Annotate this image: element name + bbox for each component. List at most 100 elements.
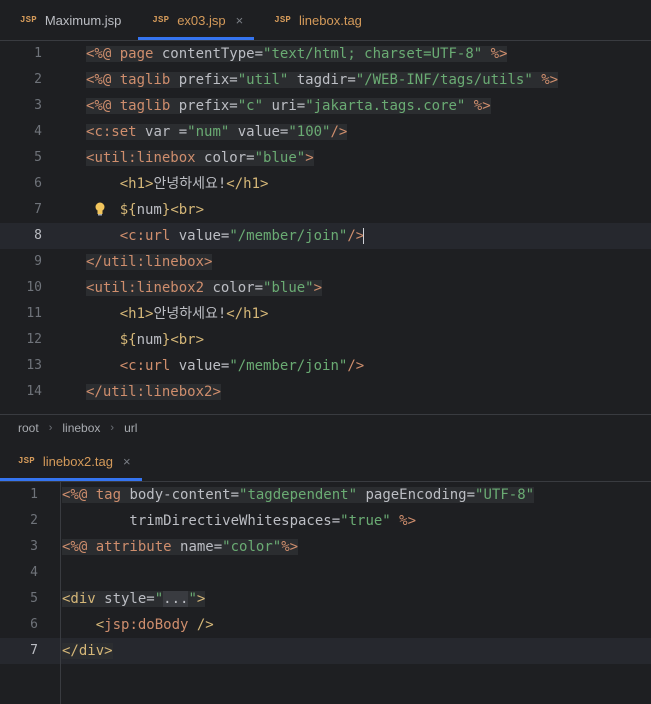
jsp-file-icon: JSP [18, 456, 35, 466]
code-token: /> [188, 617, 214, 633]
code-token: "c" [237, 98, 264, 114]
line-number[interactable]: 6 [0, 617, 38, 632]
tab-ex03-jsp[interactable]: JSP ex03.jsp × [132, 0, 255, 40]
code-line[interactable]: <h1>안녕하세요!</h1> [86, 301, 269, 327]
code-token: name= [180, 539, 223, 555]
code-token: %> [390, 513, 417, 529]
code-line[interactable]: </util:linebox2> [86, 379, 221, 405]
code-token: style= [95, 591, 155, 607]
tab-linebox2-tag[interactable]: JSP linebox2.tag × [0, 441, 142, 481]
line-number[interactable]: 13 [0, 358, 42, 373]
code-line[interactable]: </div> [62, 638, 113, 664]
chevron-right-icon: › [48, 422, 53, 434]
line-number[interactable]: 4 [0, 124, 42, 139]
tab-label: linebox.tag [299, 12, 362, 28]
line-number[interactable]: 4 [0, 565, 38, 580]
code-line[interactable]: <%@ taglib prefix="util" tagdir="/WEB-IN… [86, 67, 559, 93]
code-token: color= [204, 280, 264, 296]
code-token: "true" [340, 513, 391, 529]
chevron-right-icon: › [110, 422, 115, 434]
code-editor-bottom[interactable]: 1 <%@ tag body-content="tagdependent" pag… [0, 482, 651, 704]
code-token: num [136, 202, 162, 218]
line-number[interactable]: 11 [0, 306, 42, 321]
code-line[interactable]: <%@ attribute name="color"%> [62, 534, 299, 560]
code-line[interactable]: <%@ page contentType="text/html; charset… [86, 41, 508, 67]
jsp-file-icon: JSP [274, 15, 292, 25]
code-token: </ [86, 384, 103, 400]
code-line[interactable]: <%@ tag body-content="tagdependent" page… [62, 482, 535, 508]
code-line[interactable]: ${num}<br> [86, 327, 204, 353]
tab-maximum-jsp[interactable]: JSP Maximum.jsp [0, 0, 132, 40]
code-token: "util" [237, 72, 289, 88]
code-token: "UTF-8" [475, 487, 535, 503]
code-token: > [305, 150, 314, 166]
code-line[interactable]: <%@ taglib prefix="c" uri="jakarta.tags.… [86, 93, 491, 119]
line-number[interactable]: 5 [0, 591, 38, 606]
breadcrumb-item-root[interactable]: root [18, 421, 39, 435]
code-token: contentType= [161, 46, 264, 62]
line-number[interactable]: 1 [0, 487, 38, 502]
code-token: page [119, 46, 162, 62]
code-line[interactable]: <h1>안녕하세요!</h1> [86, 171, 269, 197]
code-line[interactable]: <c:url value="/member/join"/> [86, 353, 364, 379]
lightbulb-icon[interactable] [94, 202, 106, 216]
code-line[interactable]: <c:set var ="num" value="100"/> [86, 119, 348, 145]
code-token: "/member/join" [229, 358, 348, 374]
code-token: "blue" [263, 280, 314, 296]
line-number[interactable]: 2 [0, 72, 42, 87]
gutter-divider [60, 482, 61, 704]
jsp-file-icon: JSP [152, 15, 170, 25]
code-token: </ [86, 254, 103, 270]
tab-label: linebox2.tag [42, 453, 113, 469]
tab-linebox-tag[interactable]: JSP linebox.tag [254, 0, 373, 40]
close-icon[interactable]: × [236, 13, 244, 28]
line-number[interactable]: 3 [0, 98, 42, 113]
line-number[interactable]: 6 [0, 176, 42, 191]
breadcrumb-item-linebox[interactable]: linebox [62, 421, 100, 435]
code-line[interactable]: <util:linebox color="blue"> [86, 145, 314, 171]
code-token: " [188, 591, 197, 607]
code-token: %> [281, 539, 299, 555]
code-line[interactable]: <div style="..."> [62, 586, 206, 612]
code-line[interactable]: </util:linebox> [86, 249, 213, 275]
code-editor-top[interactable]: 1 <%@ page contentType="text/html; charse… [0, 41, 651, 414]
code-line[interactable]: <util:linebox2 color="blue"> [86, 275, 323, 301]
tab-label: Maximum.jsp [44, 12, 122, 28]
line-number[interactable]: 2 [0, 513, 38, 528]
code-line[interactable]: trimDirectiveWhitespaces="true" %> [62, 508, 416, 534]
line-number[interactable]: 7 [0, 643, 38, 658]
line-number[interactable]: 8 [0, 228, 42, 243]
line-number[interactable]: 1 [0, 46, 42, 61]
code-token: </h1> [226, 176, 269, 192]
breadcrumb-item-url[interactable]: url [124, 421, 137, 435]
code-token: tagdir= [288, 72, 356, 88]
code-token: "num" [187, 124, 230, 140]
code-token: "blue" [254, 150, 306, 166]
code-token: "100" [288, 124, 331, 140]
code-token: /> [347, 358, 365, 374]
code-token: num [136, 332, 162, 348]
code-token: c:url [128, 228, 171, 244]
line-number[interactable]: 14 [0, 384, 42, 399]
code-token: > [313, 280, 323, 296]
line-number[interactable]: 7 [0, 202, 42, 217]
code-token: <br> [170, 332, 205, 348]
breadcrumb: root › linebox › url [0, 414, 651, 442]
close-icon[interactable]: × [123, 454, 131, 469]
line-number[interactable]: 9 [0, 254, 42, 269]
line-number[interactable]: 10 [0, 280, 42, 295]
code-token: c:set [94, 124, 137, 140]
code-token: %> [465, 98, 491, 114]
line-number[interactable]: 12 [0, 332, 42, 347]
code-line[interactable]: <jsp:doBody /> [62, 612, 214, 638]
code-token: > [212, 384, 221, 400]
line-number[interactable]: 3 [0, 539, 38, 554]
line-number[interactable]: 5 [0, 150, 42, 165]
code-token: util:linebox [94, 150, 196, 166]
code-token: "text/html; charset=UTF-8" [263, 46, 483, 62]
code-line[interactable]: <c:url value="/member/join"/> [86, 223, 365, 249]
code-token: < [119, 358, 129, 374]
